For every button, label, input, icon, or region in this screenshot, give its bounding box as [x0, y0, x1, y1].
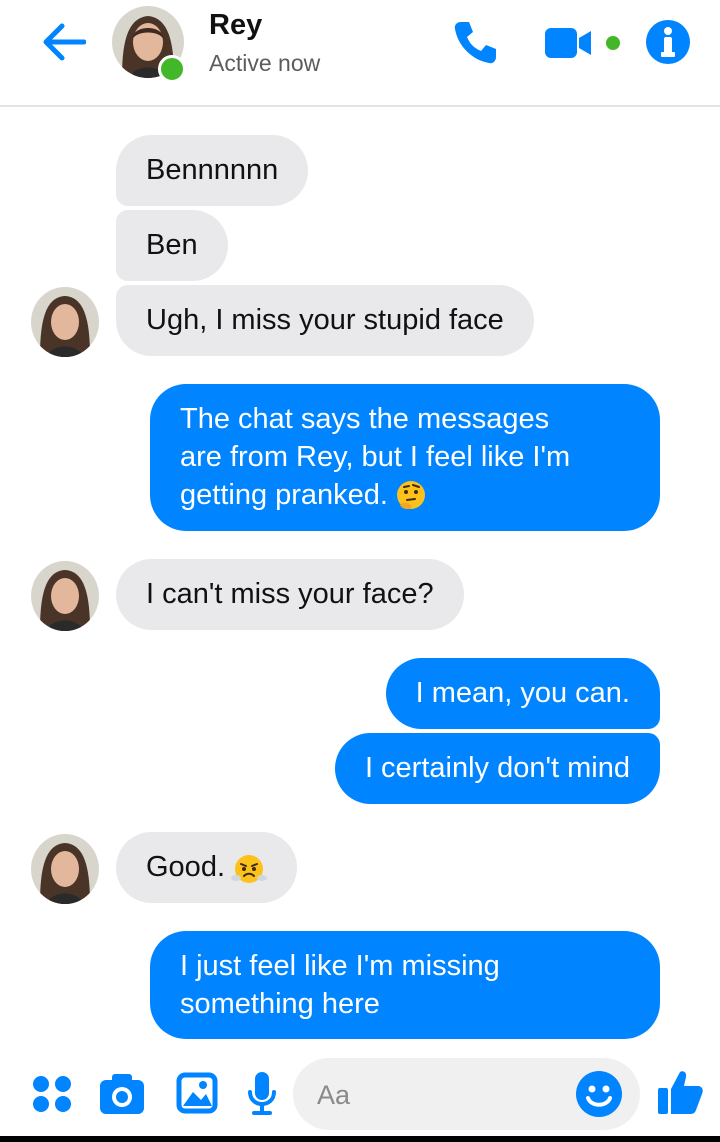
message-text: I can't miss your face?: [146, 578, 434, 610]
message-text: Bennnnnn: [146, 154, 279, 186]
sender-avatar[interactable]: [31, 834, 99, 904]
gallery-icon[interactable]: [176, 1072, 218, 1114]
message-line: are from Rey, but I feel like I'm: [180, 441, 571, 473]
microphone-icon[interactable]: [246, 1070, 278, 1118]
face-with-steam-emoji: [231, 855, 267, 884]
message-text: Good.: [146, 851, 225, 883]
menu-dots-icon[interactable]: [32, 1074, 72, 1114]
message-incoming[interactable]: Bennnnnn: [116, 135, 309, 206]
contact-name[interactable]: Rey: [209, 9, 262, 42]
message-line: getting pranked.: [180, 476, 630, 514]
video-call-icon[interactable]: [543, 26, 627, 60]
message-line: I just feel like I'm missing: [180, 950, 500, 982]
message-composer: Aa: [0, 1050, 720, 1142]
info-icon[interactable]: [645, 19, 691, 65]
message-outgoing[interactable]: The chat says the messages are from Rey,…: [150, 384, 660, 531]
thumbs-up-icon[interactable]: [656, 1068, 704, 1116]
thinking-face-emoji: [396, 481, 425, 510]
message-input-placeholder: Aa: [317, 1080, 351, 1110]
message-incoming[interactable]: Good.: [116, 832, 297, 903]
message-incoming[interactable]: Ben: [116, 210, 228, 281]
phone-call-icon[interactable]: [452, 18, 500, 66]
message-text: Ben: [146, 229, 198, 261]
active-presence-dot: [158, 55, 186, 83]
chat-header: Rey Active now: [0, 0, 720, 107]
message-text: I mean, you can.: [415, 677, 630, 709]
message-incoming[interactable]: Ugh, I miss your stupid face: [116, 285, 534, 356]
message-outgoing[interactable]: I certainly don't mind: [334, 733, 660, 804]
message-line: something here: [180, 988, 380, 1020]
smiley-icon[interactable]: [575, 1070, 623, 1118]
sender-avatar[interactable]: [31, 287, 99, 357]
sender-avatar[interactable]: [31, 561, 99, 631]
message-outgoing[interactable]: I mean, you can.: [385, 658, 660, 729]
camera-icon[interactable]: [98, 1072, 146, 1116]
message-text: Ugh, I miss your stupid face: [146, 304, 504, 336]
message-input[interactable]: Aa: [293, 1058, 640, 1130]
message-text: I certainly don't mind: [364, 752, 630, 784]
message-incoming[interactable]: I can't miss your face?: [116, 559, 464, 630]
message-line: The chat says the messages: [180, 403, 550, 435]
system-nav-bar: [0, 1136, 720, 1142]
contact-status: Active now: [209, 50, 321, 76]
back-arrow-icon[interactable]: [40, 22, 86, 62]
message-outgoing[interactable]: I just feel like I'm missing something h…: [150, 931, 660, 1039]
